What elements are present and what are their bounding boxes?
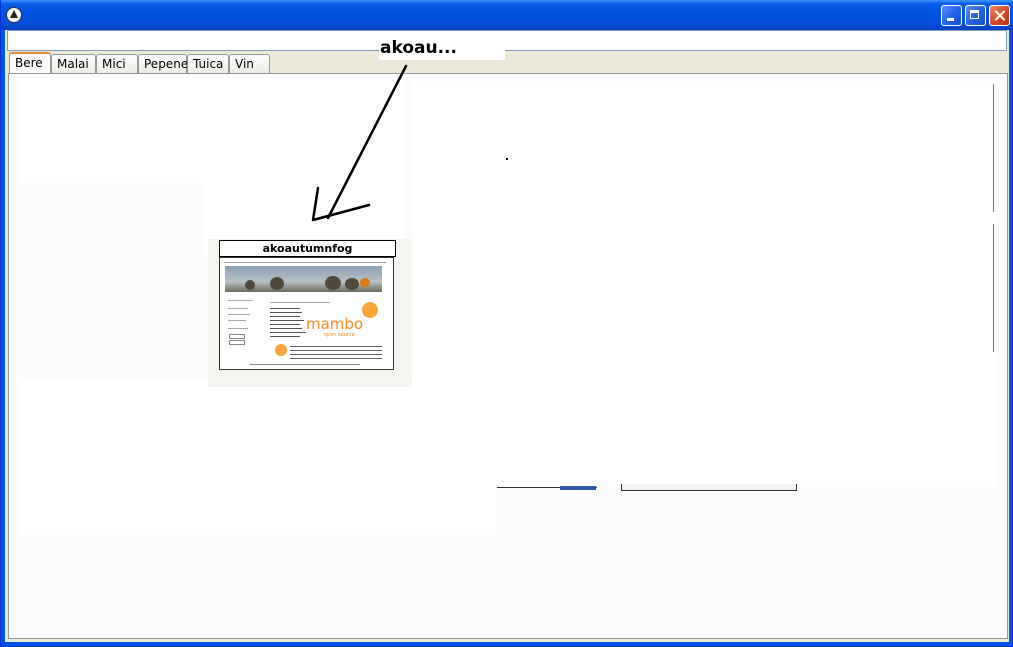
client-area: Bere Malai Mici Pepene Tuica Vin akoautu… [5,30,1009,642]
tab-malai[interactable]: Malai [51,54,96,73]
address-input[interactable] [7,30,1007,51]
minimize-button[interactable] [941,5,962,26]
divider [993,224,994,352]
content-block [19,79,204,183]
cursor-dot [506,158,508,160]
flower-logo-icon [362,302,378,318]
close-button[interactable] [989,5,1010,26]
thumbnail-logo-text: mambo [306,315,364,333]
tab-panel-bere [8,73,1008,639]
divider [993,84,994,212]
annotation-callout: akoau... [379,39,505,60]
maximize-button[interactable] [965,5,986,26]
partial-image [560,486,596,490]
thumbnail-label: akoautumnfog [219,240,396,257]
thumbnail-card[interactable]: akoautumnfog mambo open source [208,239,412,387]
tab-bere[interactable]: Bere [9,52,51,73]
content-block [414,81,994,487]
flower-logo-icon [275,344,287,356]
partial-image [621,484,797,491]
content-block [19,379,497,535]
thumbnail-preview-image[interactable]: mambo open source [219,257,394,370]
app-logo-icon[interactable] [6,7,22,23]
tab-mici[interactable]: Mici [96,54,138,73]
tab-tuica[interactable]: Tuica [187,54,229,73]
thumbnail-logo-sub: open source [324,332,355,338]
app-window: Bere Malai Mici Pepene Tuica Vin akoautu… [0,0,1013,647]
title-bar[interactable] [1,0,1013,30]
tab-pepene[interactable]: Pepene [138,54,188,73]
annotation-arrow [311,64,408,222]
tab-vin[interactable]: Vin [229,54,270,73]
